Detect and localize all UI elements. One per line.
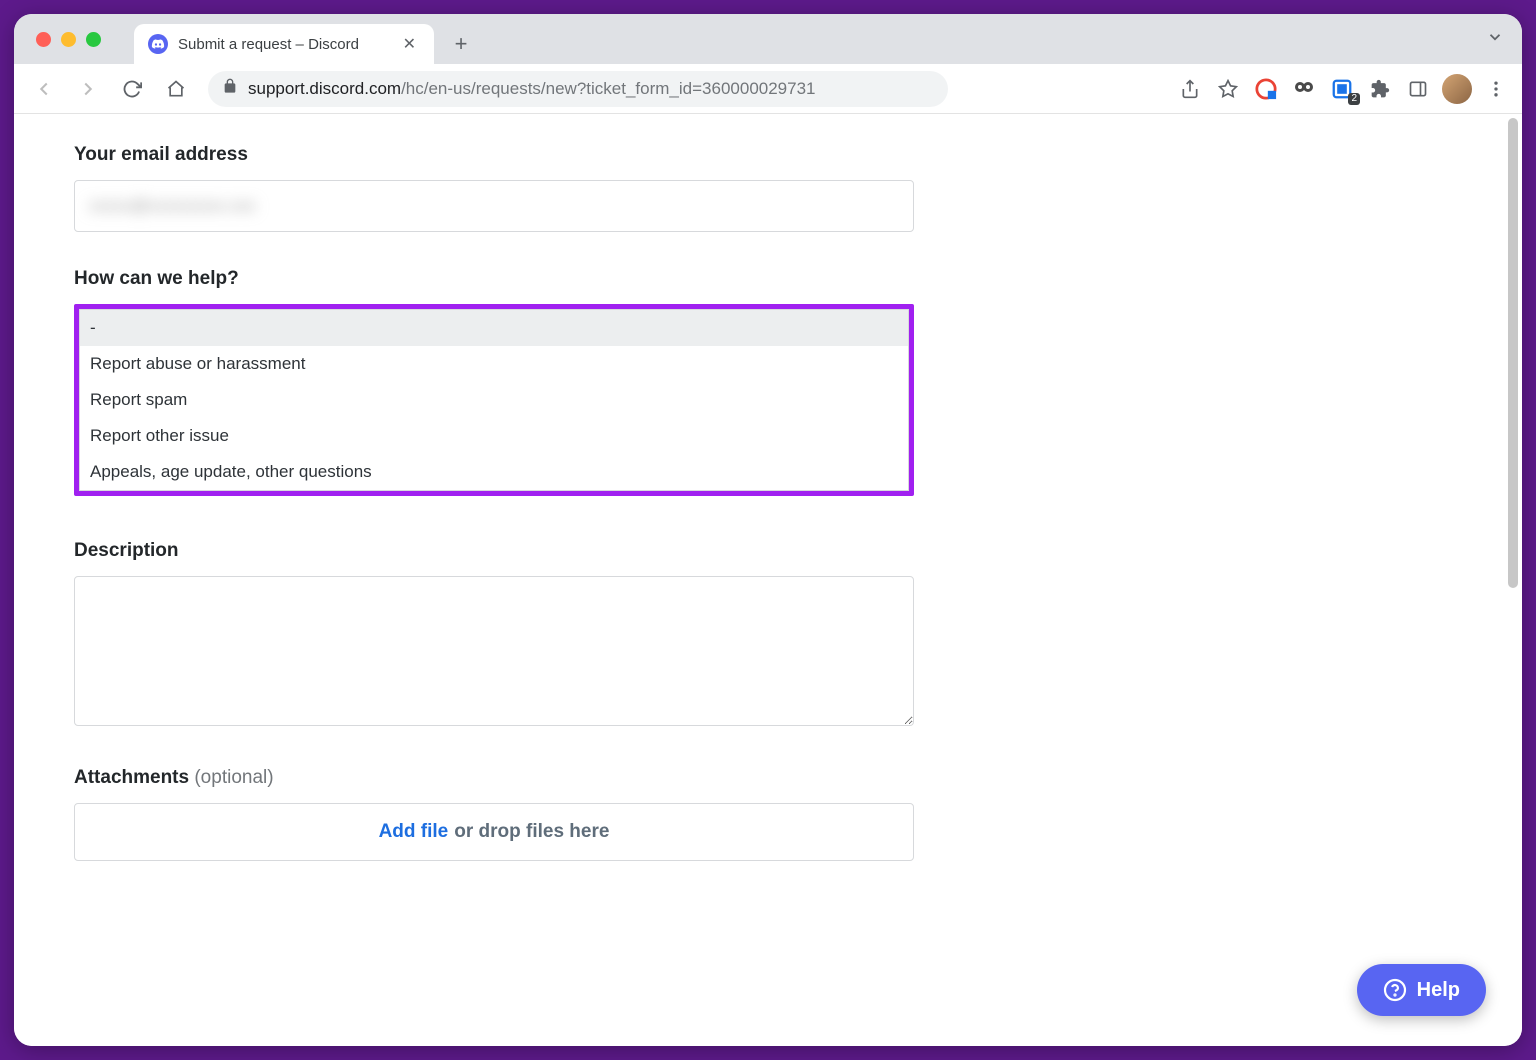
page-viewport[interactable]: Your email address xxxxx@xxxxxxxxx.xxx H… (14, 114, 1522, 1046)
help-option-spam[interactable]: Report spam (80, 382, 908, 418)
tabs-menu-button[interactable] (1486, 28, 1504, 51)
maximize-window-button[interactable] (86, 32, 101, 47)
profile-avatar[interactable] (1442, 74, 1472, 104)
tab-title: Submit a request – Discord (178, 36, 389, 53)
add-file-link[interactable]: Add file (379, 821, 449, 843)
browser-tab[interactable]: Submit a request – Discord ✕ (134, 24, 434, 64)
browser-toolbar: support.discord.com/hc/en-us/requests/ne… (14, 64, 1522, 114)
email-group: Your email address xxxxx@xxxxxxxxx.xxx (74, 144, 914, 232)
minimize-window-button[interactable] (61, 32, 76, 47)
side-panel-button[interactable] (1404, 75, 1432, 103)
window-controls (36, 32, 101, 47)
help-dropdown[interactable]: - Report abuse or harassment Report spam… (79, 309, 909, 491)
description-label: Description (74, 540, 914, 562)
help-widget-label: Help (1417, 979, 1460, 1002)
extensions-button[interactable] (1366, 75, 1394, 103)
url-text: support.discord.com/hc/en-us/requests/ne… (248, 79, 816, 99)
help-option-abuse[interactable]: Report abuse or harassment (80, 346, 908, 382)
extension-icon-2[interactable] (1290, 75, 1318, 103)
help-option-other[interactable]: Report other issue (80, 418, 908, 454)
extension-icon-1[interactable] (1252, 75, 1280, 103)
help-icon (1383, 978, 1407, 1002)
chrome-menu-button[interactable] (1482, 75, 1510, 103)
email-label: Your email address (74, 144, 914, 166)
reload-button[interactable] (114, 71, 150, 107)
email-input[interactable]: xxxxx@xxxxxxxxx.xxx (74, 180, 914, 232)
home-button[interactable] (158, 71, 194, 107)
address-bar[interactable]: support.discord.com/hc/en-us/requests/ne… (208, 71, 948, 107)
attachments-label: Attachments (optional) (74, 767, 914, 789)
tab-strip: Submit a request – Discord ✕ + (14, 14, 1522, 64)
close-window-button[interactable] (36, 32, 51, 47)
lock-icon (222, 78, 238, 99)
back-button[interactable] (26, 71, 62, 107)
email-value: xxxxx@xxxxxxxxx.xxx (89, 196, 255, 216)
scrollbar-thumb[interactable] (1508, 118, 1518, 588)
extension-icon-3[interactable]: 2 (1328, 75, 1356, 103)
help-option-placeholder[interactable]: - (80, 310, 908, 346)
help-widget-button[interactable]: Help (1357, 964, 1486, 1016)
toolbar-actions: 2 (1176, 74, 1510, 104)
close-tab-button[interactable]: ✕ (399, 32, 420, 56)
request-form: Your email address xxxxx@xxxxxxxxx.xxx H… (14, 114, 974, 957)
description-textarea[interactable] (74, 576, 914, 726)
forward-button[interactable] (70, 71, 106, 107)
discord-favicon-icon (148, 34, 168, 54)
browser-window: Submit a request – Discord ✕ + support.d… (14, 14, 1522, 1046)
description-group: Description (74, 540, 914, 731)
new-tab-button[interactable]: + (444, 27, 478, 61)
help-group: How can we help? - Report abuse or haras… (74, 268, 914, 496)
attachments-group: Attachments (optional) Add file or drop … (74, 767, 914, 861)
attachments-dropzone[interactable]: Add file or drop files here (74, 803, 914, 861)
help-dropdown-highlight: - Report abuse or harassment Report spam… (74, 304, 914, 496)
share-button[interactable] (1176, 75, 1204, 103)
bookmark-button[interactable] (1214, 75, 1242, 103)
help-label: How can we help? (74, 268, 914, 290)
help-option-appeals[interactable]: Appeals, age update, other questions (80, 454, 908, 490)
dropzone-text: or drop files here (454, 821, 609, 843)
extension-badge: 2 (1348, 93, 1360, 105)
